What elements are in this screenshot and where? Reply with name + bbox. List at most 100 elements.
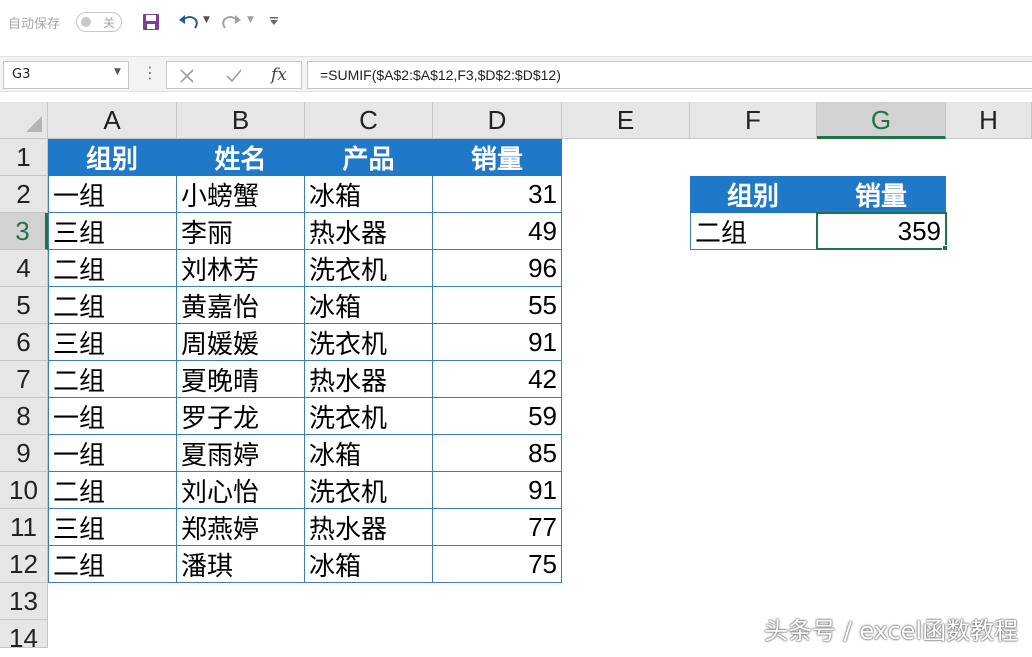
table-cell-name[interactable]: 罗子龙 xyxy=(177,398,305,435)
row-header-7[interactable]: 7 xyxy=(0,361,48,398)
table-cell-sales[interactable]: 75 xyxy=(433,546,562,583)
select-all-triangle xyxy=(26,116,42,132)
table-cell-name[interactable]: 刘心怡 xyxy=(177,472,305,509)
table-cell-name[interactable]: 夏晚晴 xyxy=(177,361,305,398)
row-header-1[interactable]: 1 xyxy=(0,139,48,176)
table-cell-name[interactable]: 夏雨婷 xyxy=(177,435,305,472)
row-header-5[interactable]: 5 xyxy=(0,287,48,324)
column-header-b[interactable]: B xyxy=(177,102,305,139)
row-header-14[interactable]: 14 xyxy=(0,620,48,653)
quick-access-toolbar: 自动保存 关 ▼ ▼ xyxy=(0,0,1032,44)
more-options-icon[interactable]: ⋮ xyxy=(142,63,158,82)
toggle-knob xyxy=(81,17,91,27)
formula-buttons: fx xyxy=(166,61,302,89)
customize-qat-icon[interactable] xyxy=(269,16,279,26)
table-cell-sales[interactable]: 91 xyxy=(433,472,562,509)
table-cell-group[interactable]: 三组 xyxy=(48,213,177,250)
column-header-a[interactable]: A xyxy=(48,102,177,139)
table-cell-sales[interactable]: 55 xyxy=(433,287,562,324)
table-cell-group[interactable]: 三组 xyxy=(48,509,177,546)
cancel-icon[interactable] xyxy=(179,68,195,84)
table-cell-product[interactable]: 冰箱 xyxy=(305,287,433,324)
row-header-6[interactable]: 6 xyxy=(0,324,48,361)
row-header-13[interactable]: 13 xyxy=(0,583,48,620)
table-cell-product[interactable]: 冰箱 xyxy=(305,435,433,472)
table-cell-product[interactable]: 洗衣机 xyxy=(305,324,433,361)
table-cell-name[interactable]: 刘林芳 xyxy=(177,250,305,287)
row-header-8[interactable]: 8 xyxy=(0,398,48,435)
column-header-g[interactable]: G xyxy=(817,102,946,139)
table-header-sales[interactable]: 销量 xyxy=(433,139,562,176)
undo-icon[interactable] xyxy=(178,12,200,32)
table-header-name[interactable]: 姓名 xyxy=(177,139,305,176)
table-cell-group[interactable]: 一组 xyxy=(48,435,177,472)
table-cell-name[interactable]: 小螃蟹 xyxy=(177,176,305,213)
table-cell-product[interactable]: 洗衣机 xyxy=(305,250,433,287)
table-cell-group[interactable]: 一组 xyxy=(48,176,177,213)
table-cell-sales[interactable]: 49 xyxy=(433,213,562,250)
table-cell-product[interactable]: 热水器 xyxy=(305,213,433,250)
row-header-10[interactable]: 10 xyxy=(0,472,48,509)
table-cell-sales[interactable]: 59 xyxy=(433,398,562,435)
lookup-group-cell[interactable]: 二组 xyxy=(690,213,817,250)
redo-icon[interactable] xyxy=(220,12,242,32)
table-cell-group[interactable]: 三组 xyxy=(48,324,177,361)
formula-text: =SUMIF($A$2:$A$12,F3,$D$2:$D$12) xyxy=(320,67,561,83)
insert-function-icon[interactable]: fx xyxy=(271,65,287,85)
table-cell-group[interactable]: 二组 xyxy=(48,546,177,583)
enter-check-icon[interactable] xyxy=(225,68,243,84)
chevron-down-icon[interactable]: ▼ xyxy=(114,67,121,77)
table-cell-sales[interactable]: 31 xyxy=(433,176,562,213)
table-cell-sales[interactable]: 42 xyxy=(433,361,562,398)
column-header-f[interactable]: F xyxy=(690,102,817,139)
column-header-c[interactable]: C xyxy=(305,102,433,139)
column-header-d[interactable]: D xyxy=(433,102,562,139)
table-header-product[interactable]: 产品 xyxy=(305,139,433,176)
column-header-e[interactable]: E xyxy=(562,102,690,139)
select-all-button[interactable] xyxy=(0,102,48,139)
table-cell-sales[interactable]: 96 xyxy=(433,250,562,287)
undo-dropdown-icon[interactable]: ▼ xyxy=(203,15,210,25)
active-cell-selection xyxy=(816,212,947,250)
table-cell-group[interactable]: 二组 xyxy=(48,287,177,324)
lookup-header-group[interactable]: 组别 xyxy=(690,176,817,213)
lookup-header-sales[interactable]: 销量 xyxy=(817,176,946,213)
table-cell-name[interactable]: 潘琪 xyxy=(177,546,305,583)
row-header-11[interactable]: 11 xyxy=(0,509,48,546)
table-cell-name[interactable]: 郑燕婷 xyxy=(177,509,305,546)
name-box-value: G3 xyxy=(12,67,31,82)
table-cell-sales[interactable]: 91 xyxy=(433,324,562,361)
table-cell-product[interactable]: 热水器 xyxy=(305,509,433,546)
table-cell-name[interactable]: 周媛媛 xyxy=(177,324,305,361)
table-cell-name[interactable]: 李丽 xyxy=(177,213,305,250)
row-header-3[interactable]: 3 xyxy=(0,213,48,250)
table-cell-name[interactable]: 黄嘉怡 xyxy=(177,287,305,324)
name-box[interactable]: G3 ▼ xyxy=(3,61,129,89)
table-cell-sales[interactable]: 77 xyxy=(433,509,562,546)
autosave-toggle[interactable]: 关 xyxy=(76,12,122,32)
save-icon[interactable] xyxy=(141,12,161,32)
watermark: 头条号 / excel函数教程 xyxy=(764,617,1019,645)
row-header-2[interactable]: 2 xyxy=(0,176,48,213)
row-header-4[interactable]: 4 xyxy=(0,250,48,287)
table-header-group[interactable]: 组别 xyxy=(48,139,177,176)
row-header-9[interactable]: 9 xyxy=(0,435,48,472)
redo-dropdown-icon[interactable]: ▼ xyxy=(247,15,254,25)
table-cell-product[interactable]: 冰箱 xyxy=(305,176,433,213)
table-cell-group[interactable]: 二组 xyxy=(48,361,177,398)
formula-bar: G3 ▼ ⋮ fx =SUMIF($A$2:$A$12,F3,$D$2:$D$1… xyxy=(0,56,1032,92)
formula-input[interactable]: =SUMIF($A$2:$A$12,F3,$D$2:$D$12) xyxy=(307,61,1032,89)
table-cell-product[interactable]: 热水器 xyxy=(305,361,433,398)
table-cell-group[interactable]: 一组 xyxy=(48,398,177,435)
table-cell-product[interactable]: 洗衣机 xyxy=(305,398,433,435)
autosave-label: 自动保存 xyxy=(8,17,61,32)
fill-handle[interactable] xyxy=(942,245,948,251)
column-header-h[interactable]: H xyxy=(946,102,1032,139)
table-cell-group[interactable]: 二组 xyxy=(48,250,177,287)
table-cell-group[interactable]: 二组 xyxy=(48,472,177,509)
row-header-12[interactable]: 12 xyxy=(0,546,48,583)
autosave-state: 关 xyxy=(103,16,116,30)
table-cell-product[interactable]: 洗衣机 xyxy=(305,472,433,509)
table-cell-product[interactable]: 冰箱 xyxy=(305,546,433,583)
table-cell-sales[interactable]: 85 xyxy=(433,435,562,472)
